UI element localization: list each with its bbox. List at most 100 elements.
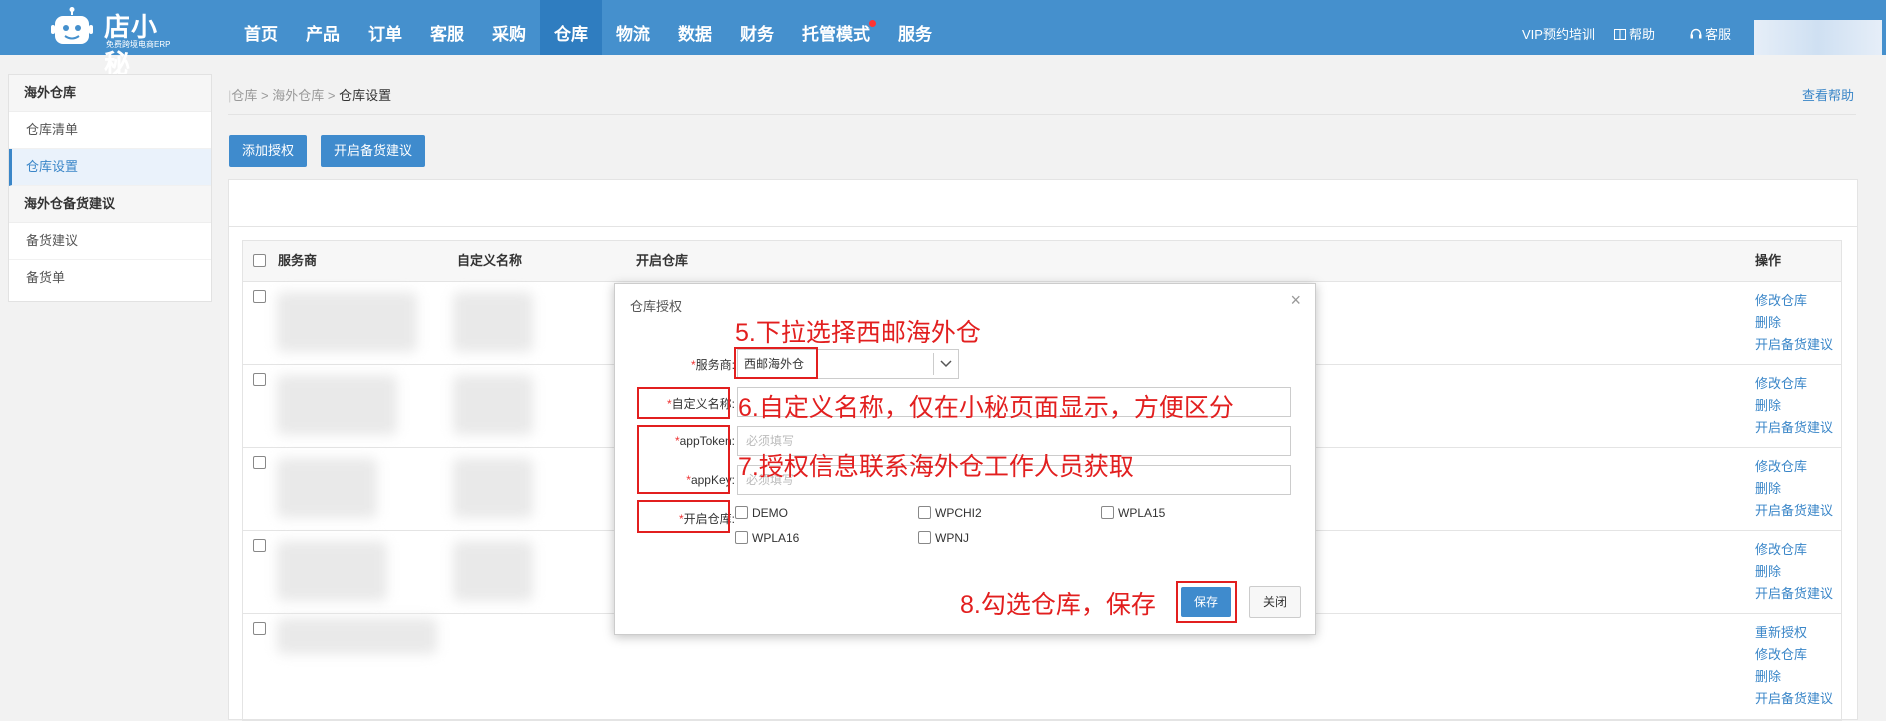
warehouse-option-label: WPLA16 [752,531,800,545]
chevron-down-icon [933,353,958,375]
enable-suggestion-link[interactable]: 开启备货建议 [1755,583,1833,605]
logo[interactable]: 店小秘 免费跨境电商ERP [50,3,180,79]
annotation-box-warehouses [637,500,730,533]
breadcrumb-warehouse[interactable]: 仓库 [231,88,257,103]
warehouse-option-wpchi2[interactable]: WPCHI2 [918,506,982,520]
sidebar-group-overseas-warehouse: 海外仓库 [9,75,211,112]
redacted-name [453,292,533,352]
row-ops: 修改仓库 删除 开启备货建议 [1755,539,1833,605]
add-authorization-button[interactable]: 添加授权 [229,135,308,167]
delete-link[interactable]: 删除 [1755,561,1833,583]
headset-icon [1690,28,1702,39]
annotation-box-provider [734,347,818,379]
row-checkbox[interactable] [253,539,266,552]
row-checkbox[interactable] [253,290,266,303]
user-account-box[interactable] [1754,20,1882,55]
warehouse-option-label: DEMO [752,506,788,520]
annotation-step6: 6.自定义名称，仅在小秘页面显示，方便区分 [738,394,1234,422]
redacted-provider [277,458,377,518]
warehouse-option-wpla15[interactable]: WPLA15 [1101,506,1165,520]
row-ops: 重新授权 修改仓库 删除 开启备货建议 [1755,622,1833,710]
sidebar-item-warehouse-settings[interactable]: 仓库设置 [9,149,211,186]
row-ops: 修改仓库 删除 开启备货建议 [1755,290,1833,356]
modal-title: 仓库授权 [630,299,683,314]
select-all-checkbox[interactable] [253,254,266,267]
redacted-name [453,458,533,518]
row-checkbox[interactable] [253,373,266,386]
main-nav: 首页 产品 订单 客服 采购 仓库 物流 数据 财务 托管模式 服务 [230,0,946,55]
enable-stock-suggestion-button[interactable]: 开启备货建议 [321,135,426,167]
redacted-provider [277,292,417,352]
nav-customer-service[interactable]: 客服 [416,0,478,55]
enable-suggestion-link[interactable]: 开启备货建议 [1755,334,1833,356]
nav-finance[interactable]: 财务 [726,0,788,55]
edit-warehouse-link[interactable]: 修改仓库 [1755,373,1833,395]
notification-dot [869,20,876,27]
redacted-name [453,375,533,435]
nav-home[interactable]: 首页 [230,0,292,55]
nav-purchase[interactable]: 采购 [478,0,540,55]
nav-data[interactable]: 数据 [664,0,726,55]
panel-toolbar [229,180,1857,227]
provider-label: *服务商: [690,358,735,372]
row-ops: 修改仓库 删除 开启备货建议 [1755,456,1833,522]
warehouse-option-wpla16[interactable]: WPLA16 [735,531,799,545]
annotation-box-save [1176,581,1237,623]
enable-suggestion-link[interactable]: 开启备货建议 [1755,417,1833,439]
sidebar: 海外仓库 仓库清单 仓库设置 海外仓备货建议 备货建议 备货单 [8,74,212,302]
warehouse-option-demo[interactable]: DEMO [735,506,788,520]
warehouse-checkbox[interactable] [918,506,931,519]
warehouse-checkbox[interactable] [735,531,748,544]
help-link-top[interactable]: 帮助 [1614,0,1655,55]
redacted-name [453,541,533,601]
service-link-top[interactable]: 客服 [1690,0,1731,55]
nav-services[interactable]: 服务 [884,0,946,55]
delete-link[interactable]: 删除 [1755,395,1833,417]
enable-suggestion-link[interactable]: 开启备货建议 [1755,688,1833,710]
annotation-box-custom-name [637,387,730,419]
annotation-step8: 8.勾选仓库，保存 [960,591,1156,619]
delete-link[interactable]: 删除 [1755,312,1833,334]
row-checkbox[interactable] [253,622,266,635]
help-label: 帮助 [1629,27,1656,42]
enable-suggestion-link[interactable]: 开启备货建议 [1755,500,1833,522]
top-navbar: 店小秘 免费跨境电商ERP 首页 产品 订单 客服 采购 仓库 物流 数据 财务… [0,0,1886,79]
service-label: 客服 [1705,27,1732,42]
logo-slogan: 免费跨境电商ERP [106,40,171,49]
row-checkbox[interactable] [253,456,266,469]
annotation-box-credentials [637,425,730,494]
nav-products[interactable]: 产品 [292,0,354,55]
delete-link[interactable]: 删除 [1755,666,1833,688]
breadcrumb: |仓库 > 海外仓库 > 仓库设置 [228,88,392,103]
nav-warehouse[interactable]: 仓库 [540,0,602,55]
edit-warehouse-link[interactable]: 修改仓库 [1755,290,1833,312]
breadcrumb-overseas[interactable]: 海外仓库 [272,88,324,103]
redacted-provider [277,541,387,601]
robot-logo-icon [51,7,93,44]
warehouse-checkbox[interactable] [918,531,931,544]
delete-link[interactable]: 删除 [1755,478,1833,500]
vip-training-link[interactable]: VIP预约培训 [1522,0,1595,55]
nav-hosting-mode[interactable]: 托管模式 [788,0,884,55]
close-button[interactable]: 关闭 [1249,586,1301,618]
view-help-link[interactable]: 查看帮助 [1802,85,1854,104]
warehouse-option-wpnj[interactable]: WPNJ [918,531,969,545]
sidebar-item-stock-order[interactable]: 备货单 [9,260,211,296]
warehouse-checkbox[interactable] [1101,506,1114,519]
nav-orders[interactable]: 订单 [354,0,416,55]
nav-logistics[interactable]: 物流 [602,0,664,55]
sidebar-group-stock-suggestion: 海外仓备货建议 [9,186,211,223]
warehouse-option-label: WPCHI2 [935,506,982,520]
header-provider: 服务商 [278,253,318,268]
sidebar-item-stock-suggestion[interactable]: 备货建议 [9,223,211,260]
close-icon[interactable]: × [1290,290,1301,311]
sidebar-item-warehouse-list[interactable]: 仓库清单 [9,112,211,149]
reauthorize-link[interactable]: 重新授权 [1755,622,1833,644]
edit-warehouse-link[interactable]: 修改仓库 [1755,456,1833,478]
row-ops: 修改仓库 删除 开启备货建议 [1755,373,1833,439]
warehouse-checkbox[interactable] [735,506,748,519]
edit-warehouse-link[interactable]: 修改仓库 [1755,644,1833,666]
edit-warehouse-link[interactable]: 修改仓库 [1755,539,1833,561]
warehouse-option-label: WPNJ [935,531,969,545]
header-custom-name: 自定义名称 [457,253,523,268]
